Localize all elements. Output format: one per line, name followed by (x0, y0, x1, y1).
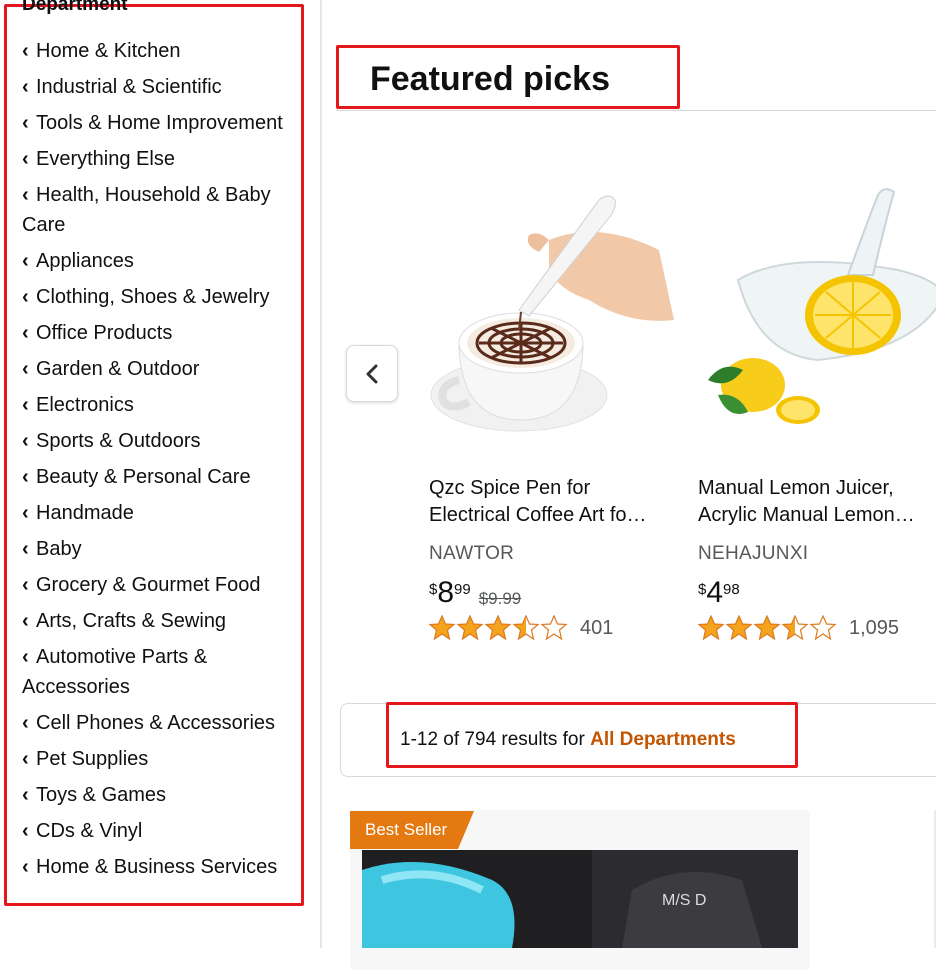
sidebar-item-electronics[interactable]: ‹ Electronics (22, 390, 304, 420)
chevron-left-icon: ‹ (22, 430, 29, 452)
department-list: ‹ Home & Kitchen ‹ Industrial & Scientific… (22, 36, 304, 888)
product-title[interactable]: Qzc Spice Pen for Electrical Coffee Art … (429, 475, 669, 529)
sidebar-item-tools-home-improvement[interactable]: ‹ Tools & Home Improvement (22, 108, 304, 138)
sidebar-item-cell-phones-accessories[interactable]: ‹ Cell Phones & Accessories (22, 708, 304, 738)
chevron-left-icon: ‹ (22, 466, 29, 488)
cleaning-gel-illustration: M/S D (362, 850, 798, 948)
chevron-left-icon: ‹ (22, 646, 29, 668)
chevron-left-icon: ‹ (22, 538, 29, 560)
chevron-left-icon: ‹ (22, 184, 29, 206)
product-image-lemon-juicer[interactable] (698, 180, 936, 440)
product-image-spice-pen[interactable] (429, 180, 679, 440)
sidebar-item-arts-crafts-sewing[interactable]: ‹ Arts, Crafts & Sewing (22, 606, 304, 636)
results-count-text: 1-12 of 794 results for All Departments (400, 729, 736, 750)
chevron-left-icon: ‹ (22, 502, 29, 524)
sidebar-item-grocery-gourmet-food[interactable]: ‹ Grocery & Gourmet Food (22, 570, 304, 600)
sidebar-item-office-products[interactable]: ‹ Office Products (22, 318, 304, 348)
sidebar-item-clothing-shoes-jewelry[interactable]: ‹ Clothing, Shoes & Jewelry (22, 282, 304, 312)
list-price: $9.99 (478, 589, 522, 608)
product-brand: NEHAJUNXI (698, 543, 809, 564)
sidebar-item-pet-supplies[interactable]: ‹ Pet Supplies (22, 744, 304, 774)
best-seller-label: Best Seller (365, 820, 448, 839)
featured-divider (336, 110, 936, 111)
chevron-left-icon: ‹ (22, 112, 29, 134)
chevron-left-icon: ‹ (22, 856, 29, 878)
product-title[interactable]: Manual Lemon Juicer, Acrylic Manual Lemo… (698, 475, 936, 529)
chevron-left-icon: ‹ (22, 358, 29, 380)
department-heading: Department (22, 0, 128, 15)
chevron-left-icon: ‹ (22, 784, 29, 806)
sidebar-item-baby[interactable]: ‹ Baby (22, 534, 304, 564)
main-content: Featured picks Qzc Spice Pen for Electri… (322, 0, 936, 970)
sidebar-item-appliances[interactable]: ‹ Appliances (22, 246, 304, 276)
chevron-left-icon: ‹ (22, 748, 29, 770)
chevron-left-icon: ‹ (22, 574, 29, 596)
gear-shift-text: M/S D (662, 892, 706, 909)
results-department-link[interactable]: All Departments (590, 729, 736, 750)
star-rating-icon (698, 615, 837, 641)
sidebar-item-toys-games[interactable]: ‹ Toys & Games (22, 780, 304, 810)
sidebar-item-home-business-services[interactable]: ‹ Home & Business Services (22, 852, 304, 882)
spice-pen-illustration (429, 180, 679, 440)
sidebar-item-everything-else[interactable]: ‹ Everything Else (22, 144, 304, 174)
chevron-left-icon: ‹ (22, 76, 29, 98)
sidebar-item-industrial-scientific[interactable]: ‹ Industrial & Scientific (22, 72, 304, 102)
product-card[interactable]: Manual Lemon Juicer, Acrylic Manual Lemo… (698, 180, 936, 641)
product-price: $ 4 98 (698, 576, 740, 609)
product-image-cleaning-gel[interactable]: M/S D (362, 850, 798, 948)
chevron-left-icon: ‹ (22, 148, 29, 170)
department-sidebar: Department ‹ Home & Kitchen ‹ Industrial &… (0, 0, 322, 948)
review-count[interactable]: 1,095 (849, 617, 899, 640)
lemon-juicer-illustration (698, 180, 936, 440)
chevron-left-icon (366, 364, 378, 383)
chevron-left-icon: ‹ (22, 286, 29, 308)
chevron-left-icon: ‹ (22, 322, 29, 344)
sidebar-item-home-kitchen[interactable]: ‹ Home & Kitchen (22, 36, 304, 66)
sidebar-item-health-household-baby-care[interactable]: ‹ Health, Household & Baby Care (22, 180, 304, 240)
chevron-left-icon: ‹ (22, 610, 29, 632)
carousel-prev-button[interactable] (346, 345, 398, 402)
sidebar-item-sports-outdoors[interactable]: ‹ Sports & Outdoors (22, 426, 304, 456)
product-card[interactable]: Qzc Spice Pen for Electrical Coffee Art … (429, 180, 679, 641)
sidebar-item-garden-outdoor[interactable]: ‹ Garden & Outdoor (22, 354, 304, 384)
product-brand: NAWTOR (429, 543, 515, 564)
chevron-left-icon: ‹ (22, 820, 29, 842)
chevron-left-icon: ‹ (22, 250, 29, 272)
star-rating-icon (429, 615, 568, 641)
featured-picks-title: Featured picks (370, 60, 610, 98)
sidebar-item-handmade[interactable]: ‹ Handmade (22, 498, 304, 528)
product-rating[interactable]: 401 (429, 615, 679, 641)
review-count[interactable]: 401 (580, 617, 613, 640)
chevron-left-icon: ‹ (22, 712, 29, 734)
sidebar-item-cds-vinyl[interactable]: ‹ CDs & Vinyl (22, 816, 304, 846)
product-rating[interactable]: 1,095 (698, 615, 936, 641)
product-price: $ 8 99 $9.99 (429, 576, 522, 609)
sidebar-item-beauty-personal-care[interactable]: ‹ Beauty & Personal Care (22, 462, 304, 492)
chevron-left-icon: ‹ (22, 394, 29, 416)
sidebar-item-automotive-parts-accessories[interactable]: ‹ Automotive Parts & Accessories (22, 642, 304, 702)
chevron-left-icon: ‹ (22, 40, 29, 62)
